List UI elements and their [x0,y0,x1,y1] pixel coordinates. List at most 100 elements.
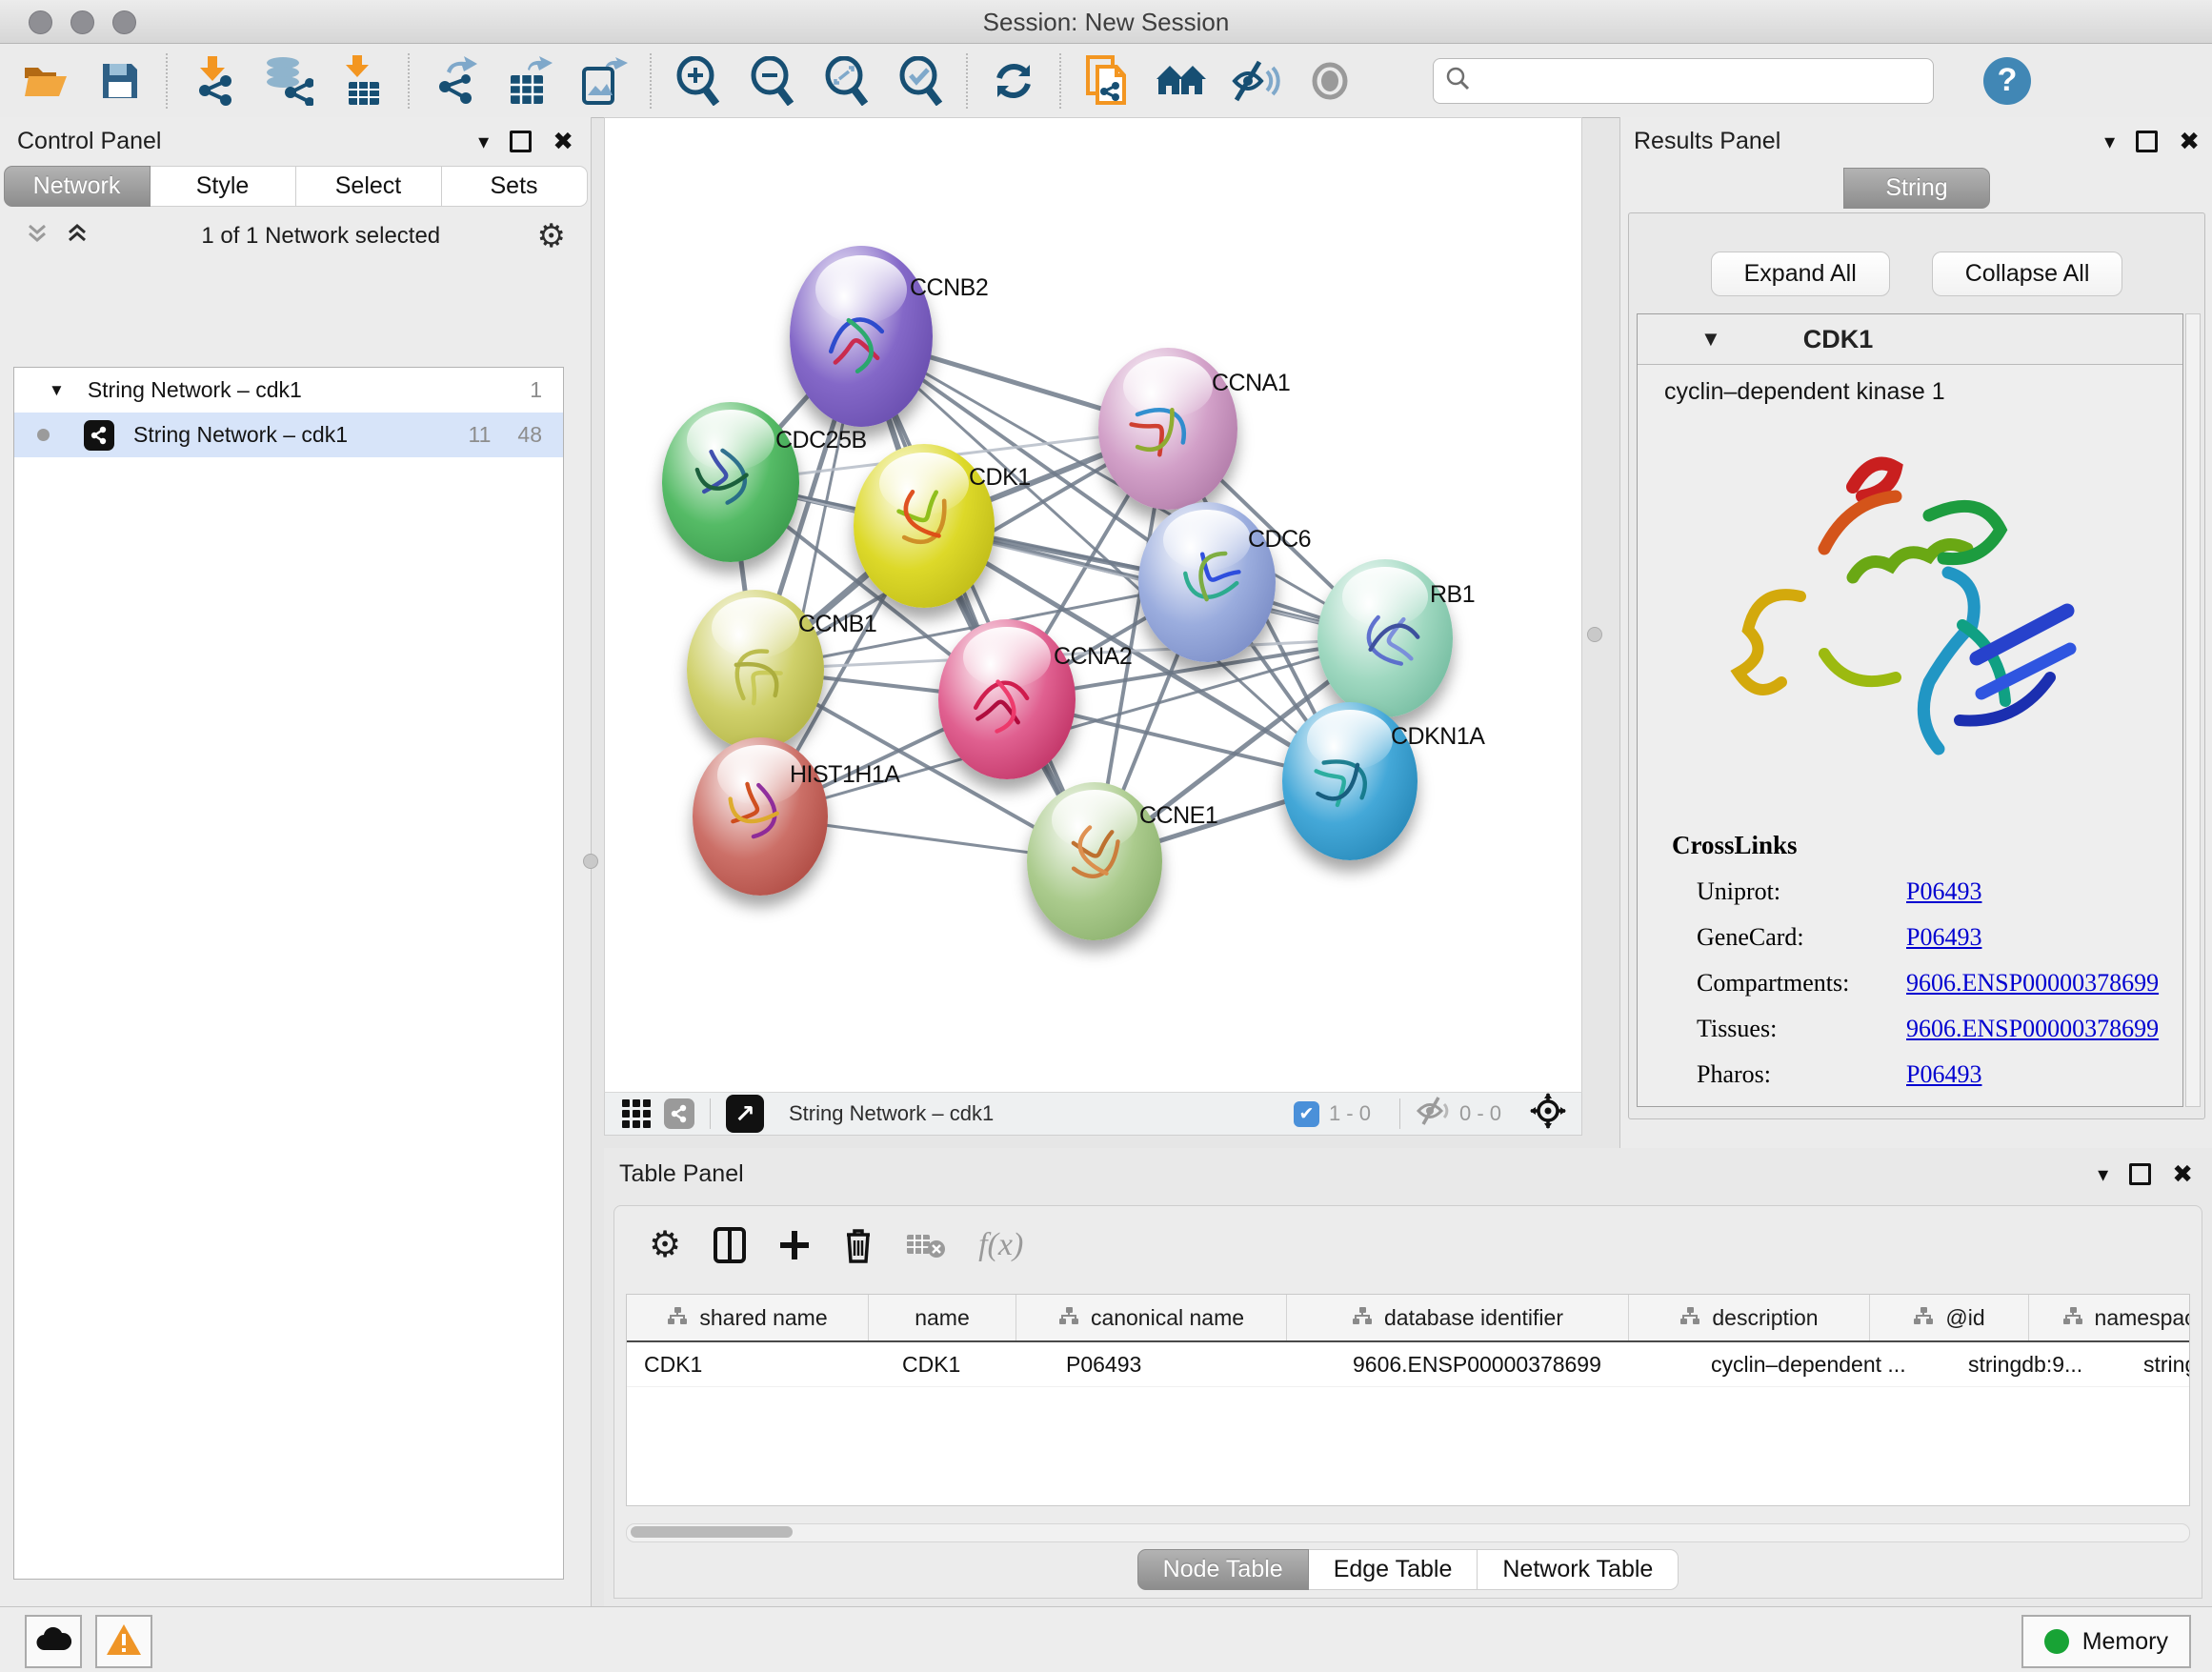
show-all-button[interactable] [1305,56,1355,106]
expander-triangle-icon[interactable]: ▼ [49,381,65,400]
cloud-button[interactable] [25,1615,82,1668]
node-CCNB2[interactable] [790,246,933,427]
tab-network[interactable]: Network [4,166,151,207]
open-folder-icon [23,62,69,100]
column-header-@id[interactable]: @id [1870,1295,2029,1340]
crosslink-link[interactable]: P06493 [1906,923,1981,952]
right-splitter-handle[interactable] [1587,627,1602,642]
table-menu-icon[interactable]: ▾ [2098,1162,2108,1187]
panel-close-icon[interactable]: ✖ [553,127,573,156]
panel-menu-icon[interactable]: ▾ [478,130,489,154]
network-collection-row[interactable]: ▼ String Network – cdk1 1 [14,368,563,413]
table-cell[interactable]: CDK1 [885,1342,1049,1386]
create-column-icon[interactable] [778,1229,811,1261]
collapse-all-button[interactable]: Collapse All [1932,252,2123,296]
gear-icon[interactable]: ⚙ [537,220,566,252]
save-session-button[interactable] [95,56,145,106]
expand-all-button[interactable]: Expand All [1711,252,1890,296]
table-row[interactable]: CDK1CDK1P064939606.ENSP00000378699cyclin… [627,1342,2189,1387]
refresh-button[interactable] [989,56,1038,106]
import-network-from-database-button[interactable] [263,56,312,106]
show-columns-icon[interactable] [714,1227,746,1263]
birdseye-toggle-icon[interactable] [1530,1093,1566,1135]
expand-all-networks-icon[interactable] [65,221,90,252]
table-cell[interactable]: stringdb:9... [1951,1342,2126,1386]
results-close-icon[interactable]: ✖ [2179,127,2200,156]
results-panel: Results Panel ▾ ✖ String Expand All Coll… [1619,117,2212,1148]
gene-collapse-icon[interactable]: ▼ [1700,327,1721,352]
tab-select[interactable]: Select [296,166,442,207]
export-table-button[interactable] [505,56,554,106]
memory-status-dot [2044,1629,2069,1654]
table-cell[interactable]: cyclin–dependent ... [1694,1342,1951,1386]
column-header-shared-name[interactable]: shared name [627,1295,869,1340]
zoom-in-button[interactable] [673,56,722,106]
crosslink-link[interactable]: 9606.ENSP00000378699 [1906,1015,2159,1043]
tab-edge-table[interactable]: Edge Table [1309,1549,1478,1590]
floppy-disk-icon [100,61,140,101]
crosslink-link[interactable]: 9606.ENSP00000378699 [1906,969,2159,997]
network-row-selected[interactable]: String Network – cdk1 11 48 [14,413,563,457]
crosslink-link[interactable]: P06493 [1906,877,1981,906]
zoom-out-button[interactable] [747,56,796,106]
node-label-CDKN1A: CDKN1A [1391,723,1484,751]
column-header-description[interactable]: description [1629,1295,1870,1340]
table-cell[interactable]: stringdb [2126,1342,2190,1386]
crosslink-label: Compartments: [1672,969,1906,997]
table-hscrollbar[interactable] [626,1523,2190,1542]
delete-table-icon[interactable] [906,1231,946,1259]
tab-node-table[interactable]: Node Table [1137,1549,1309,1590]
search-field[interactable] [1433,58,1934,104]
zoom-fit-button[interactable] [821,56,871,106]
export-image-button[interactable] [579,56,629,106]
node-label-CCNB1: CCNB1 [798,611,876,638]
column-header-database-identifier[interactable]: database identifier [1287,1295,1629,1340]
open-session-button[interactable] [21,56,70,106]
column-header-namespace[interactable]: namespace [2029,1295,2190,1340]
table-panel: Table Panel ▾ ✖ ⚙ f(x) [604,1148,2212,1606]
warnings-button[interactable] [95,1615,152,1668]
crosslink-label: Tissues: [1672,1015,1906,1043]
table-gear-icon[interactable]: ⚙ [649,1223,681,1266]
results-menu-icon[interactable]: ▾ [2104,130,2115,154]
table-cell[interactable]: CDK1 [627,1342,885,1386]
import-table-button[interactable] [337,56,387,106]
left-splitter-handle[interactable] [583,854,598,869]
tab-style[interactable]: Style [151,166,296,207]
first-neighbors-button[interactable] [1156,56,1206,106]
network-view-icon[interactable] [664,1098,694,1129]
control-panel-tabs: Network Style Select Sets [0,166,591,207]
memory-button[interactable]: Memory [2021,1615,2191,1668]
panel-float-icon[interactable] [510,131,532,152]
tab-network-table[interactable]: Network Table [1478,1549,1679,1590]
edge-count: 48 [517,422,542,448]
zoom-selected-button[interactable] [895,56,945,106]
clone-network-button[interactable] [1082,56,1132,106]
column-header-canonical-name[interactable]: canonical name [1016,1295,1287,1340]
table-hscrollbar-thumb[interactable] [631,1526,793,1538]
refresh-icon [992,59,1036,103]
table-close-icon[interactable]: ✖ [2172,1159,2193,1189]
tab-sets[interactable]: Sets [442,166,588,207]
results-scrollbar[interactable] [2185,313,2201,1107]
results-float-icon[interactable] [2136,131,2158,152]
column-header-name[interactable]: name [869,1295,1016,1340]
detach-view-icon[interactable]: ↗ [726,1095,764,1133]
collapse-all-networks-icon[interactable] [25,221,50,252]
selected-checkbox-icon[interactable]: ✔ [1294,1101,1319,1127]
delete-column-icon[interactable] [843,1227,874,1263]
tab-string[interactable]: String [1843,168,1990,209]
grid-view-icon[interactable] [622,1099,651,1128]
help-button[interactable]: ? [1983,57,2031,105]
export-network-button[interactable] [431,56,480,106]
node-count: 11 [469,422,492,448]
network-canvas[interactable]: CCNB2 CCNA1 CDC25B CDK1 [604,117,1582,1094]
table-float-icon[interactable] [2129,1163,2151,1185]
table-cell[interactable]: P06493 [1049,1342,1336,1386]
hide-selected-button[interactable] [1231,56,1280,106]
crosslink-link[interactable]: P06493 [1906,1060,1981,1089]
function-builder-icon[interactable]: f(x) [978,1227,1023,1263]
search-input[interactable] [1479,67,1921,95]
import-network-button[interactable] [189,56,238,106]
table-cell[interactable]: 9606.ENSP00000378699 [1336,1342,1694,1386]
